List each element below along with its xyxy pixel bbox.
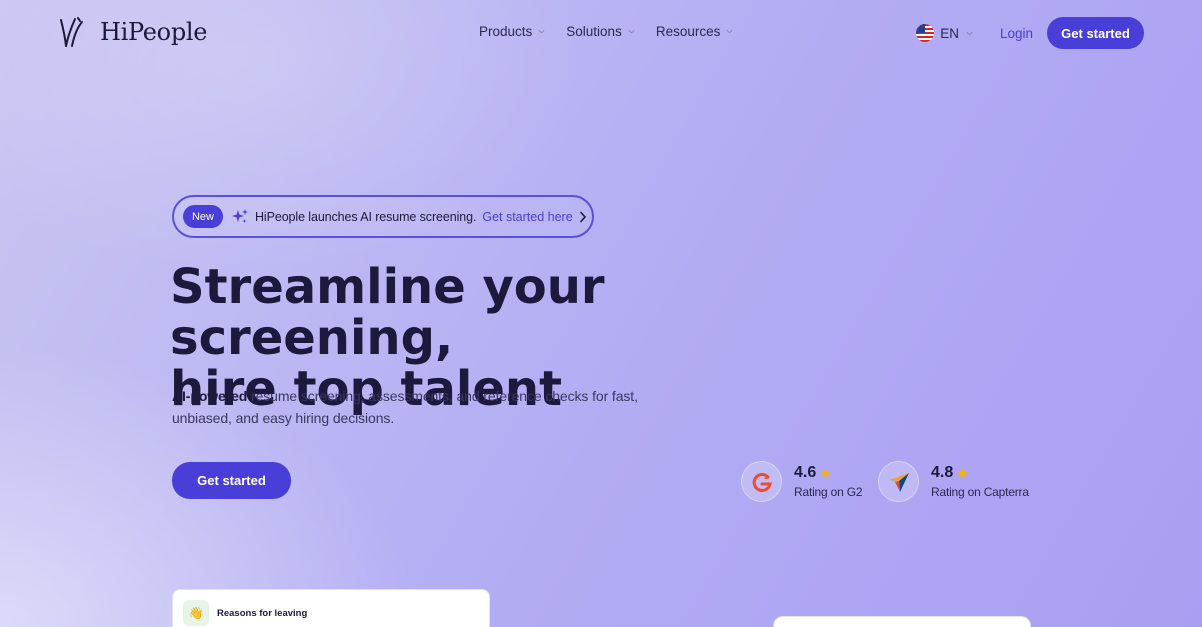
- capterra-score-value: 4.8: [931, 464, 954, 481]
- main-menu: Products Solutions Resources: [479, 24, 734, 39]
- g2-rating-label: Rating on G2: [794, 485, 863, 499]
- card-title: Reasons for leaving: [217, 608, 308, 619]
- g2-score: 4.6 ★: [794, 464, 862, 482]
- hero-subtitle-bold: AI-powered: [172, 388, 248, 404]
- chevron-down-icon: [628, 29, 635, 34]
- svg-text:2: 2: [764, 474, 768, 481]
- announcement-pill[interactable]: New HiPeople launches AI resume screenin…: [172, 195, 594, 238]
- capterra-score: 4.8 ★: [931, 464, 1029, 482]
- chevron-down-icon: [538, 29, 545, 34]
- hipeople-mark-icon: [60, 17, 83, 47]
- g2-rating[interactable]: 2 4.6 ★ Rating on G2: [741, 461, 863, 502]
- hero-subtitle: AI-powered resume screening, assessments…: [172, 385, 642, 429]
- menu-solutions-label: Solutions: [566, 24, 622, 39]
- menu-products[interactable]: Products: [479, 24, 546, 39]
- capterra-rating-info: 4.8 ★ Rating on Capterra: [931, 464, 1029, 499]
- nav-get-started-button[interactable]: Get started: [1047, 17, 1144, 49]
- brand-name: HiPeople: [100, 18, 208, 46]
- g2-logo-icon: 2: [741, 461, 782, 502]
- sparkle-icon: [232, 208, 248, 223]
- announcement-link[interactable]: Get started here: [482, 210, 586, 224]
- us-flag-icon: [916, 24, 935, 42]
- new-badge: New: [183, 205, 223, 228]
- menu-products-label: Products: [479, 24, 533, 39]
- g2-rating-info: 4.6 ★ Rating on G2: [794, 464, 863, 499]
- language-label: EN: [940, 25, 959, 41]
- chevron-down-icon: [726, 29, 733, 34]
- menu-solutions[interactable]: Solutions: [566, 24, 636, 39]
- reasons-for-leaving-card: 👋 Reasons for leaving: [172, 589, 490, 627]
- preview-card-right: [773, 616, 1031, 627]
- waving-hand-icon: 👋: [183, 600, 209, 626]
- login-link[interactable]: Login: [1000, 26, 1033, 41]
- top-navigation: HiPeople Products Solutions Resources EN…: [0, 0, 1202, 66]
- announcement-link-label: Get started here: [482, 209, 573, 224]
- star-icon: ★: [819, 464, 832, 481]
- chevron-right-icon: [579, 211, 586, 222]
- announcement-text: HiPeople launches AI resume screening.: [255, 209, 477, 224]
- star-icon: ★: [956, 464, 969, 481]
- nav-actions: EN Login Get started: [916, 17, 1144, 49]
- g2-score-value: 4.6: [794, 464, 817, 481]
- hero-get-started-button[interactable]: Get started: [172, 462, 291, 499]
- hero-title-line-1: Streamline your screening,: [170, 259, 605, 366]
- brand-logo[interactable]: HiPeople: [58, 16, 207, 48]
- capterra-rating[interactable]: 4.8 ★ Rating on Capterra: [878, 461, 1029, 502]
- menu-resources-label: Resources: [655, 24, 721, 39]
- capterra-logo-icon: [878, 461, 919, 502]
- menu-resources[interactable]: Resources: [656, 24, 735, 39]
- language-selector[interactable]: EN: [916, 24, 974, 42]
- chevron-down-icon: [966, 31, 973, 35]
- capterra-rating-label: Rating on Capterra: [931, 485, 1029, 499]
